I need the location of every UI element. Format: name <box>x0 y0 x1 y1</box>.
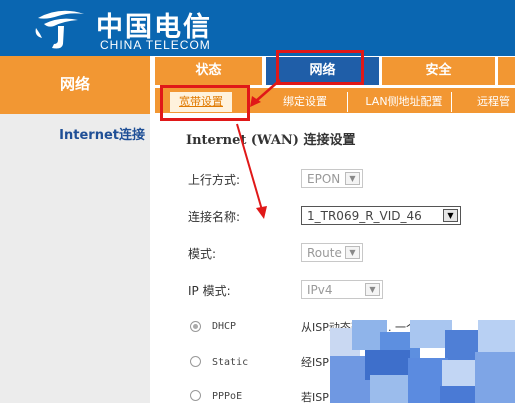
china-telecom-logo-icon <box>35 10 84 49</box>
chevron-down-icon: ▼ <box>365 283 380 296</box>
mode-label: 模式: <box>188 247 217 261</box>
left-nav: Internet连接 <box>0 114 150 403</box>
watermark-mosaic <box>330 320 515 403</box>
ip-mode-value: IPv4 <box>307 283 333 297</box>
chevron-down-icon: ▼ <box>443 209 458 222</box>
highlight-box-network-tab <box>276 50 364 85</box>
connection-name-select[interactable]: 1_TR069_R_VID_46 ▼ <box>301 206 461 225</box>
chevron-down-icon: ▼ <box>345 246 360 259</box>
static-label: Static <box>212 357 249 368</box>
subtab-remote[interactable]: 远程管 <box>472 92 515 112</box>
sidebar-item-internet[interactable]: Internet连接 <box>12 124 145 143</box>
mode-value: Route <box>307 246 342 260</box>
subtab-binding[interactable]: 绑定设置 <box>263 92 348 112</box>
connection-name-label: 连接名称: <box>188 210 241 224</box>
header-bar: 中国电信 CHINA TELECOM <box>0 0 515 56</box>
tab-status[interactable]: 状态 <box>155 57 262 85</box>
page-title: Internet (WAN) 连接设置 <box>186 133 356 148</box>
uplink-value: EPON <box>307 172 341 186</box>
left-nav-title: 网络 <box>0 56 150 114</box>
left-nav-title-label: 网络 <box>59 75 90 93</box>
uplink-label: 上行方式: <box>188 173 241 187</box>
static-radio[interactable] <box>190 356 201 367</box>
ip-mode-label: IP 模式: <box>188 284 231 298</box>
pppoe-radio[interactable] <box>190 390 201 401</box>
pppoe-label: PPPoE <box>212 391 243 402</box>
dhcp-label: DHCP <box>212 321 237 332</box>
connection-name-value: 1_TR069_R_VID_46 <box>307 209 422 223</box>
subtab-lan-address[interactable]: LAN侧地址配置 <box>357 92 452 112</box>
dhcp-radio[interactable] <box>190 321 201 332</box>
tab-security[interactable]: 安全 <box>382 57 495 85</box>
tab-more[interactable] <box>498 57 515 85</box>
static-description: 经ISP <box>301 356 329 369</box>
brand-name-en: CHINA TELECOM <box>100 38 211 52</box>
highlight-box-broadband-subtab <box>160 85 250 121</box>
ip-mode-select: IPv4 ▼ <box>301 280 383 299</box>
chevron-down-icon: ▼ <box>345 172 360 185</box>
mode-select: Route ▼ <box>301 243 363 262</box>
uplink-select: EPON ▼ <box>301 169 363 188</box>
